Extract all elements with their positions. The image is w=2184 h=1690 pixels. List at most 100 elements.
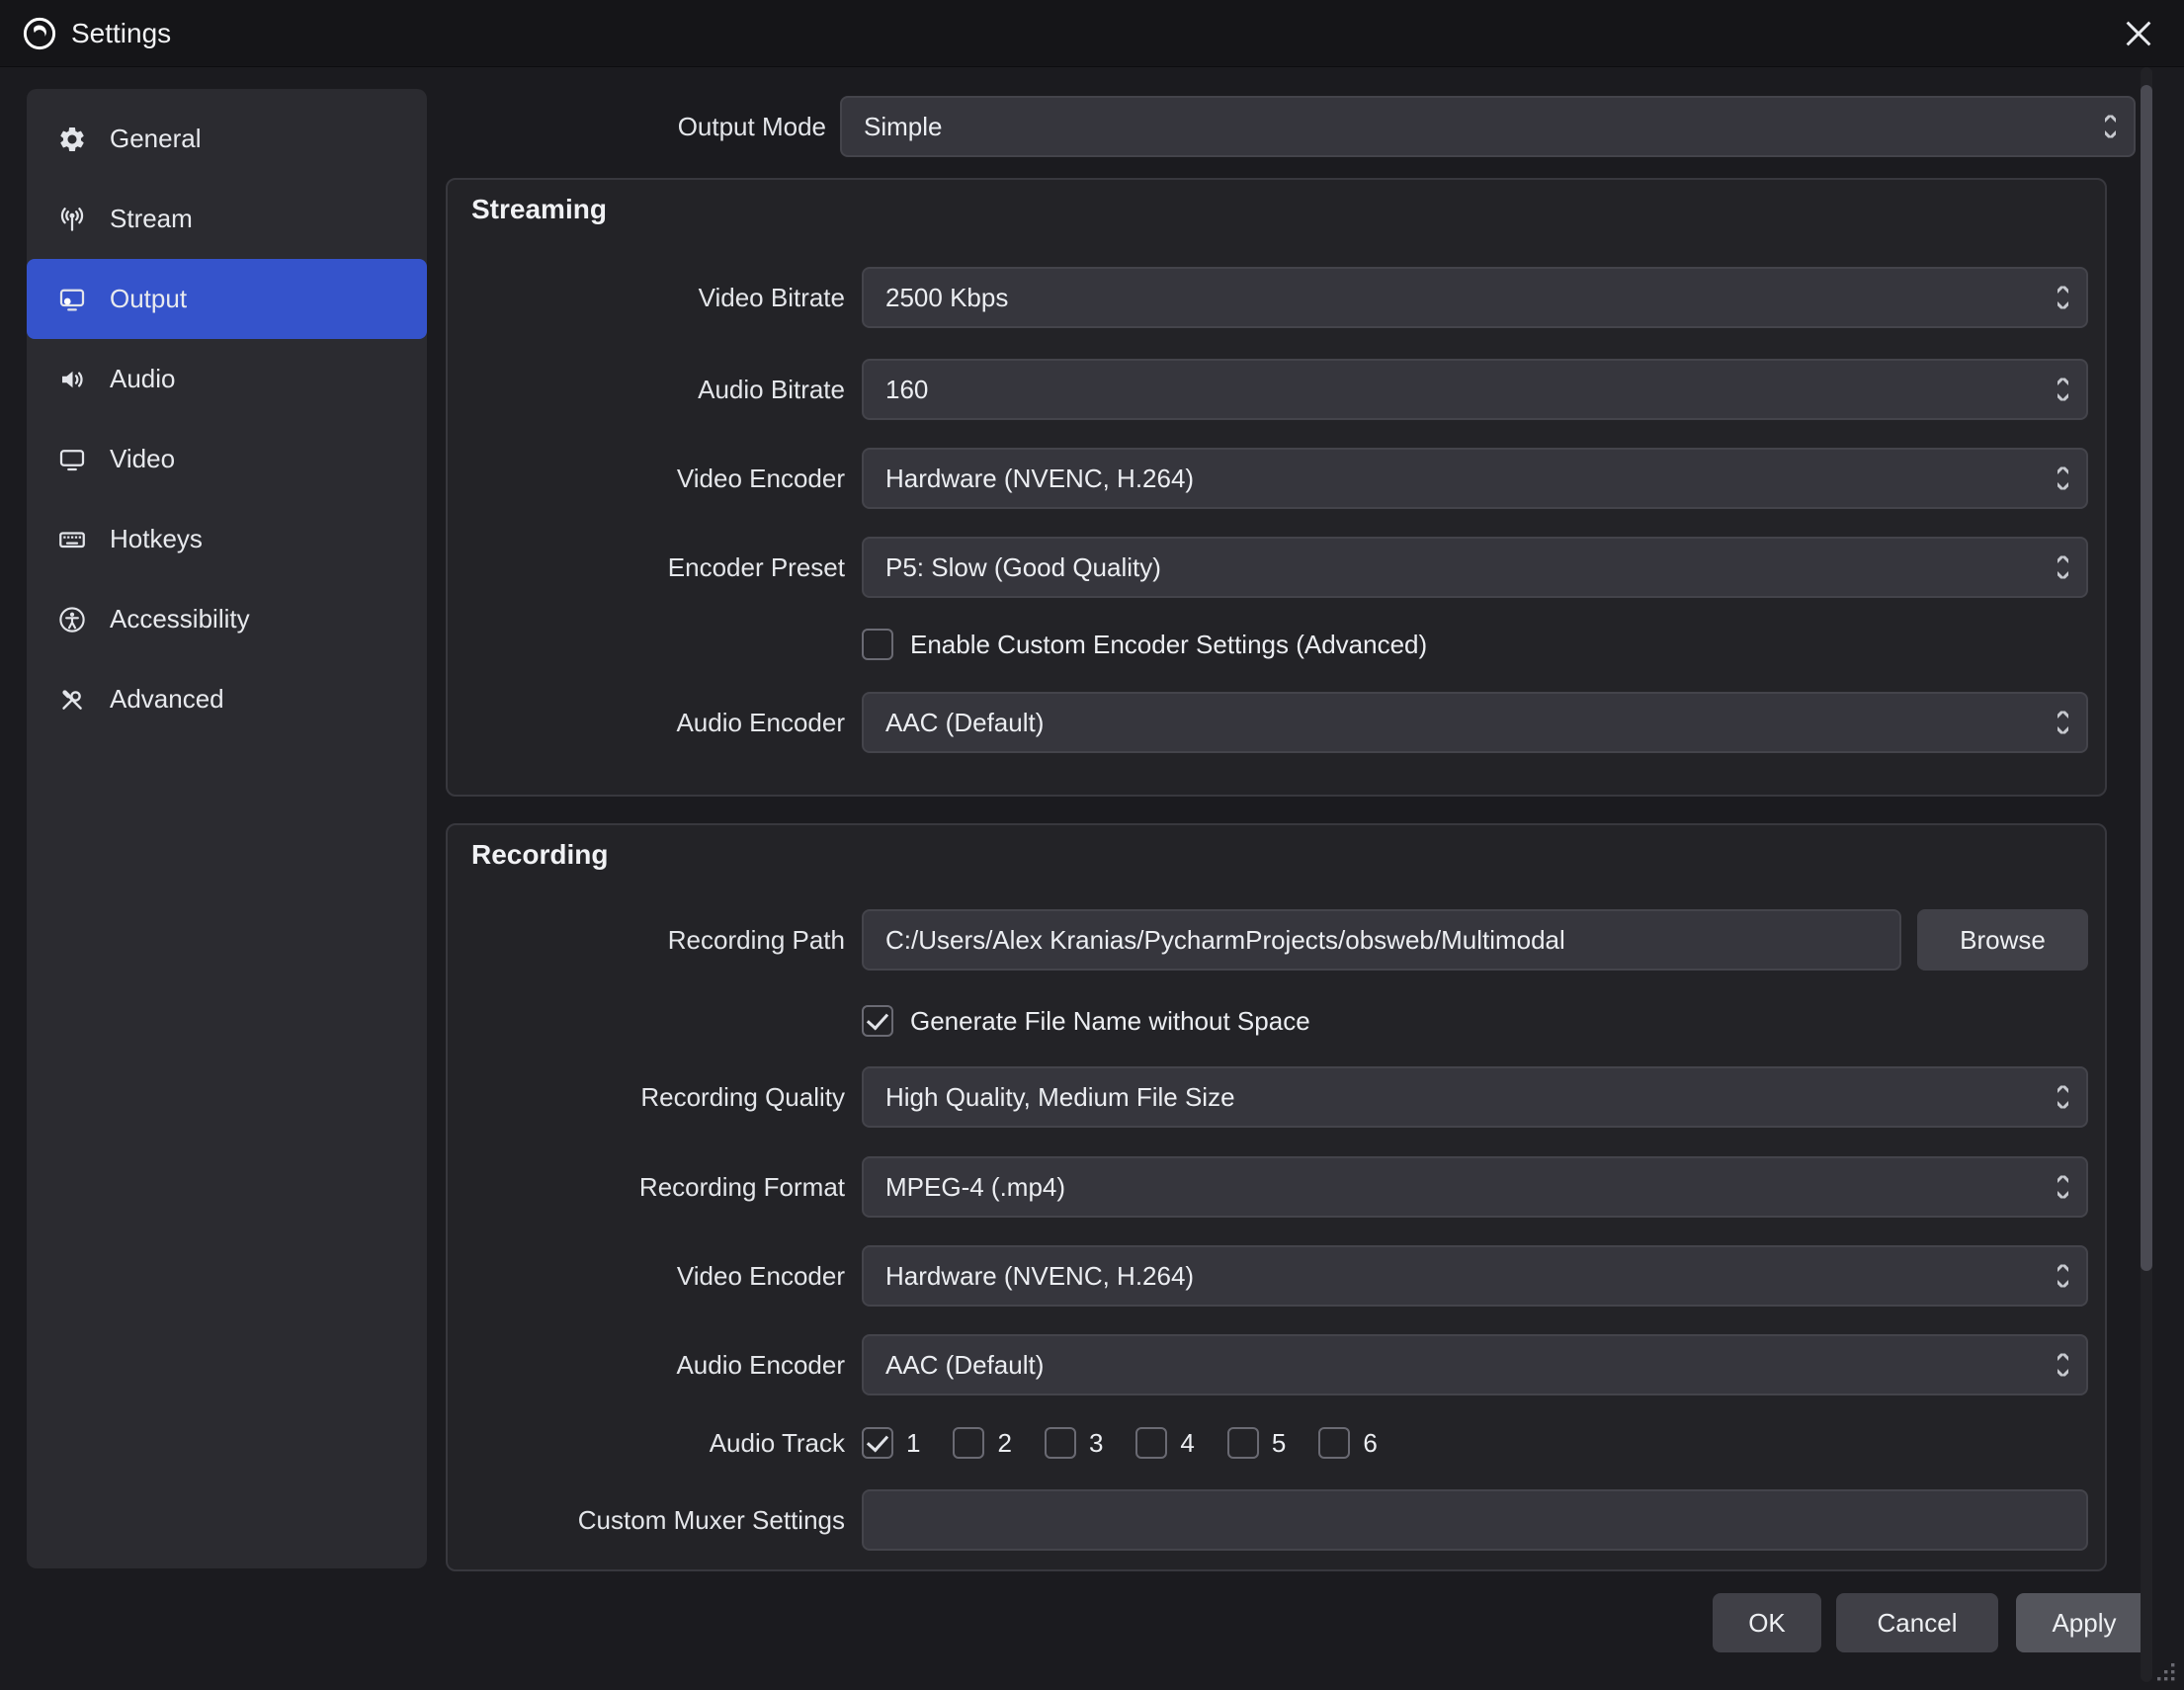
speaker-icon xyxy=(56,364,88,395)
sidebar-item-label: Output xyxy=(110,284,187,314)
audio-track-4[interactable]: 4 xyxy=(1135,1427,1194,1459)
output-mode-select[interactable]: Simple xyxy=(840,96,2136,157)
recording-quality-value: High Quality, Medium File Size xyxy=(885,1082,1235,1113)
dropdown-spinner-icon xyxy=(2105,116,2116,138)
rec-video-encoder-select[interactable]: Hardware (NVENC, H.264) xyxy=(862,1245,2088,1307)
dropdown-spinner-icon xyxy=(2058,1176,2068,1199)
broadcast-icon xyxy=(56,204,88,235)
window-title: Settings xyxy=(71,18,171,49)
output-mode-label: Output Mode xyxy=(395,96,826,157)
streaming-section: Streaming Video Bitrate 2500 Kbps Audio … xyxy=(446,178,2107,797)
generate-filename-label: Generate File Name without Space xyxy=(910,1006,1310,1037)
sidebar-item-general[interactable]: General xyxy=(27,99,427,179)
audio-bitrate-select[interactable]: 160 xyxy=(862,359,2088,420)
close-button[interactable] xyxy=(2115,10,2162,57)
audio-track-1[interactable]: 1 xyxy=(862,1427,920,1459)
audio-track-2-label: 2 xyxy=(997,1428,1011,1459)
keyboard-icon xyxy=(56,524,88,555)
sidebar-item-accessibility[interactable]: Accessibility xyxy=(27,579,427,659)
recording-path-input[interactable] xyxy=(862,909,1901,971)
audio-track-6-label: 6 xyxy=(1363,1428,1377,1459)
accessibility-icon xyxy=(56,604,88,635)
audio-bitrate-value: 160 xyxy=(885,375,928,405)
sidebar-item-label: Hotkeys xyxy=(110,524,203,554)
audio-track-6-checkbox[interactable] xyxy=(1318,1427,1350,1459)
stream-audio-encoder-select[interactable]: AAC (Default) xyxy=(862,692,2088,753)
streaming-heading: Streaming xyxy=(471,194,607,225)
resize-grip[interactable] xyxy=(2155,1661,2179,1685)
custom-encoder-settings-checkbox[interactable] xyxy=(862,629,893,660)
video-bitrate-spinbox[interactable]: 2500 Kbps xyxy=(862,267,2088,328)
stream-video-encoder-value: Hardware (NVENC, H.264) xyxy=(885,464,1194,494)
spinner-icon[interactable] xyxy=(2058,287,2068,309)
vertical-scrollbar-track[interactable] xyxy=(2141,67,2152,1682)
dropdown-spinner-icon xyxy=(2058,379,2068,401)
recording-heading: Recording xyxy=(471,839,608,871)
stream-video-encoder-select[interactable]: Hardware (NVENC, H.264) xyxy=(862,448,2088,509)
dropdown-spinner-icon xyxy=(2058,1086,2068,1109)
audio-track-4-checkbox[interactable] xyxy=(1135,1427,1167,1459)
dropdown-spinner-icon xyxy=(2058,712,2068,734)
audio-track-3-label: 3 xyxy=(1089,1428,1103,1459)
sidebar-item-advanced[interactable]: Advanced xyxy=(27,659,427,739)
vertical-scrollbar-thumb[interactable] xyxy=(2141,85,2152,1271)
display-icon xyxy=(56,444,88,475)
audio-track-2[interactable]: 2 xyxy=(953,1427,1011,1459)
audio-track-2-checkbox[interactable] xyxy=(953,1427,984,1459)
rec-audio-encoder-value: AAC (Default) xyxy=(885,1350,1044,1381)
custom-muxer-input[interactable] xyxy=(862,1489,2088,1551)
recording-section: Recording Recording Path Browse Generate… xyxy=(446,823,2107,1571)
audio-track-6[interactable]: 6 xyxy=(1318,1427,1377,1459)
sidebar-item-video[interactable]: Video xyxy=(27,419,427,499)
tools-icon xyxy=(56,684,88,716)
stream-audio-encoder-value: AAC (Default) xyxy=(885,708,1044,738)
rec-video-encoder-label: Video Encoder xyxy=(448,1245,845,1307)
recording-format-select[interactable]: MPEG-4 (.mp4) xyxy=(862,1156,2088,1218)
sidebar-item-label: Accessibility xyxy=(110,604,250,634)
apply-button[interactable]: Apply xyxy=(2016,1593,2152,1652)
audio-bitrate-label: Audio Bitrate xyxy=(448,359,845,420)
recording-format-value: MPEG-4 (.mp4) xyxy=(885,1172,1065,1203)
obs-logo-icon xyxy=(22,16,57,51)
recording-quality-label: Recording Quality xyxy=(448,1066,845,1128)
generate-filename-checkbox[interactable] xyxy=(862,1005,893,1037)
ok-button[interactable]: OK xyxy=(1713,1593,1821,1652)
custom-muxer-label: Custom Muxer Settings xyxy=(448,1489,845,1551)
audio-track-label: Audio Track xyxy=(448,1412,845,1474)
rec-audio-encoder-select[interactable]: AAC (Default) xyxy=(862,1334,2088,1395)
sidebar-item-label: General xyxy=(110,124,202,154)
audio-track-1-label: 1 xyxy=(906,1428,920,1459)
custom-encoder-settings-row: Enable Custom Encoder Settings (Advanced… xyxy=(862,614,1427,675)
audio-track-3[interactable]: 3 xyxy=(1045,1427,1103,1459)
cancel-button[interactable]: Cancel xyxy=(1836,1593,1998,1652)
audio-track-1-checkbox[interactable] xyxy=(862,1427,893,1459)
dropdown-spinner-icon xyxy=(2058,1265,2068,1288)
audio-track-5[interactable]: 5 xyxy=(1227,1427,1286,1459)
output-mode-value: Simple xyxy=(864,112,942,142)
browse-button[interactable]: Browse xyxy=(1917,909,2088,971)
close-icon xyxy=(2126,21,2151,46)
gear-icon xyxy=(56,124,88,155)
encoder-preset-label: Encoder Preset xyxy=(448,537,845,598)
sidebar-item-label: Stream xyxy=(110,204,193,234)
audio-track-5-checkbox[interactable] xyxy=(1227,1427,1259,1459)
sidebar-item-audio[interactable]: Audio xyxy=(27,339,427,419)
dropdown-spinner-icon xyxy=(2058,467,2068,490)
sidebar-item-hotkeys[interactable]: Hotkeys xyxy=(27,499,427,579)
sidebar-item-output[interactable]: Output xyxy=(27,259,427,339)
stream-audio-encoder-label: Audio Encoder xyxy=(448,692,845,753)
rec-video-encoder-value: Hardware (NVENC, H.264) xyxy=(885,1261,1194,1292)
recording-path-label: Recording Path xyxy=(448,909,845,971)
audio-track-3-checkbox[interactable] xyxy=(1045,1427,1076,1459)
sidebar-item-label: Video xyxy=(110,444,175,474)
recording-quality-select[interactable]: High Quality, Medium File Size xyxy=(862,1066,2088,1128)
video-bitrate-value: 2500 Kbps xyxy=(885,283,1008,313)
sidebar-item-stream[interactable]: Stream xyxy=(27,179,427,259)
titlebar: Settings xyxy=(0,0,2184,67)
rec-audio-encoder-label: Audio Encoder xyxy=(448,1334,845,1395)
audio-track-4-label: 4 xyxy=(1180,1428,1194,1459)
encoder-preset-select[interactable]: P5: Slow (Good Quality) xyxy=(862,537,2088,598)
video-bitrate-label: Video Bitrate xyxy=(448,267,845,328)
dropdown-spinner-icon xyxy=(2058,556,2068,579)
encoder-preset-value: P5: Slow (Good Quality) xyxy=(885,552,1161,583)
